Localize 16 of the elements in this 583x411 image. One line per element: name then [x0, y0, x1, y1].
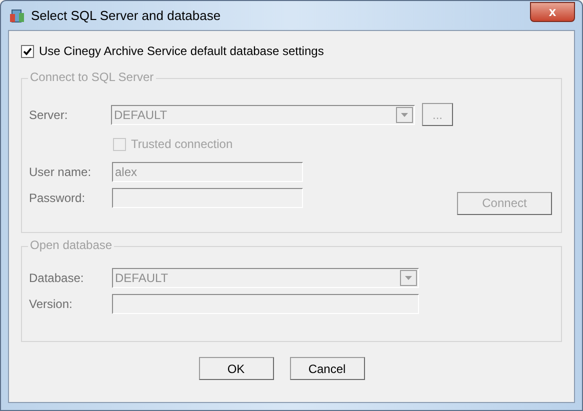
- group-title: Connect to SQL Server: [28, 71, 156, 83]
- dialog-button[interactable]: OK: [198, 357, 274, 380]
- field-label: Version:: [29, 296, 74, 313]
- field-label: Server:: [29, 106, 69, 124]
- field-label: Database:: [29, 270, 85, 287]
- field-label: Password:: [29, 190, 86, 207]
- check-icon: [23, 46, 32, 56]
- close-button[interactable]: x: [530, 2, 575, 22]
- window-title: Select SQL Server and database: [31, 6, 221, 25]
- checkbox-label: Use Cinegy Archive Service default database settings: [39, 43, 324, 60]
- checkbox-label: Trusted connection: [131, 136, 233, 153]
- dialog-button[interactable]: Cancel: [290, 357, 364, 380]
- field-label: User name:: [29, 164, 92, 181]
- group-title: Open database: [28, 239, 114, 251]
- checkbox[interactable]: [21, 44, 34, 58]
- app-icon: [9, 8, 25, 24]
